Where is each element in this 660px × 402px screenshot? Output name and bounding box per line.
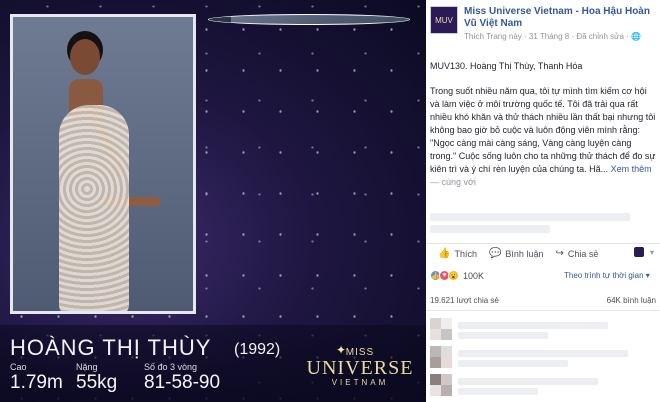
reactions-summary[interactable]: 👍 ♥ 😮 100K [430, 270, 484, 281]
profile-selector-avatar[interactable] [634, 247, 644, 257]
contestant-year: (1992) [234, 341, 281, 358]
photo-frame-right [208, 14, 410, 25]
post-text: MUV130. Hoàng Thị Thùy, Thanh Hóa Trong … [430, 60, 656, 189]
wow-reaction-icon: 😮 [448, 270, 459, 281]
like-button[interactable]: 👍 Thích [438, 248, 477, 259]
post-body: Trong suốt nhiều năm qua, tôi tự mình tì… [430, 86, 656, 174]
share-button[interactable]: ↪ Chia sẻ [555, 248, 598, 259]
tagged-with: — cùng với [430, 177, 476, 187]
weight-label: Nặng [76, 362, 98, 372]
door-frame [209, 15, 231, 24]
engagement-counts: 19.621 lượt chia sẻ 64K bình luận [430, 296, 656, 305]
screenshot: HOÀNG THỊ THÙY (1992) Cao 1.79m Nặng 55k… [0, 0, 660, 402]
post-meta: Thích Trang này · 31 Tháng 8 · Đã chỉnh … [464, 32, 642, 41]
photo-frame-left [10, 14, 196, 314]
comment-item [430, 318, 656, 342]
contestant-photo[interactable]: HOÀNG THỊ THÙY (1992) Cao 1.79m Nặng 55k… [0, 0, 426, 402]
star-icon: ✦ [336, 343, 347, 357]
comment-item [430, 346, 656, 370]
contestant-name: HOÀNG THỊ THÙY [10, 335, 212, 360]
page-avatar[interactable]: MUV [430, 6, 458, 34]
model-figure-left [53, 27, 173, 311]
share-icon: ↪ [555, 248, 564, 259]
see-more-link[interactable]: Xem thêm [611, 164, 652, 174]
commenter-avatar [430, 374, 452, 396]
height-value: 1.79m [10, 372, 63, 393]
divider [426, 310, 660, 311]
post-title-line: MUV130. Hoàng Thị Thùy, Thanh Hóa [430, 61, 583, 71]
comment-button[interactable]: 💬 Bình luận [489, 248, 543, 259]
commenter-avatar [430, 346, 452, 368]
miss-universe-vietnam-logo: ✦ MISS UNIVERSE VIETNAM [306, 343, 414, 387]
comment-icon: 💬 [488, 248, 502, 259]
post-panel: MUV Miss Universe Vietnam - Hoa Hậu Hoàn… [426, 0, 660, 402]
thumbs-up-icon: 👍 [438, 248, 451, 259]
share-count[interactable]: 19.621 lượt chia sẻ [430, 296, 499, 305]
reaction-count: 100K [463, 270, 485, 281]
measurements-value: 81-58-90 [144, 372, 221, 393]
comment-order-dropdown[interactable]: Theo trình tự thời gian ▾ [564, 271, 650, 280]
chevron-down-icon[interactable]: ▾ [650, 248, 654, 257]
blurred-tags [430, 213, 630, 221]
page-name-link[interactable]: Miss Universe Vietnam - Hoa Hậu Hoàn Vũ … [464, 6, 660, 30]
post-header: MUV Miss Universe Vietnam - Hoa Hậu Hoàn… [430, 6, 660, 41]
height-label: Cao [10, 362, 27, 372]
commenter-avatar [430, 318, 452, 340]
comment-item [430, 374, 656, 398]
comment-count[interactable]: 64K bình luận [607, 296, 656, 305]
blurred-tags-2 [430, 225, 550, 233]
post-actions-bar: 👍 Thích 💬 Bình luận ↪ Chia sẻ [426, 243, 660, 263]
weight-value: 55kg [76, 372, 118, 393]
measurements-label: Số đo 3 vòng [144, 362, 198, 372]
